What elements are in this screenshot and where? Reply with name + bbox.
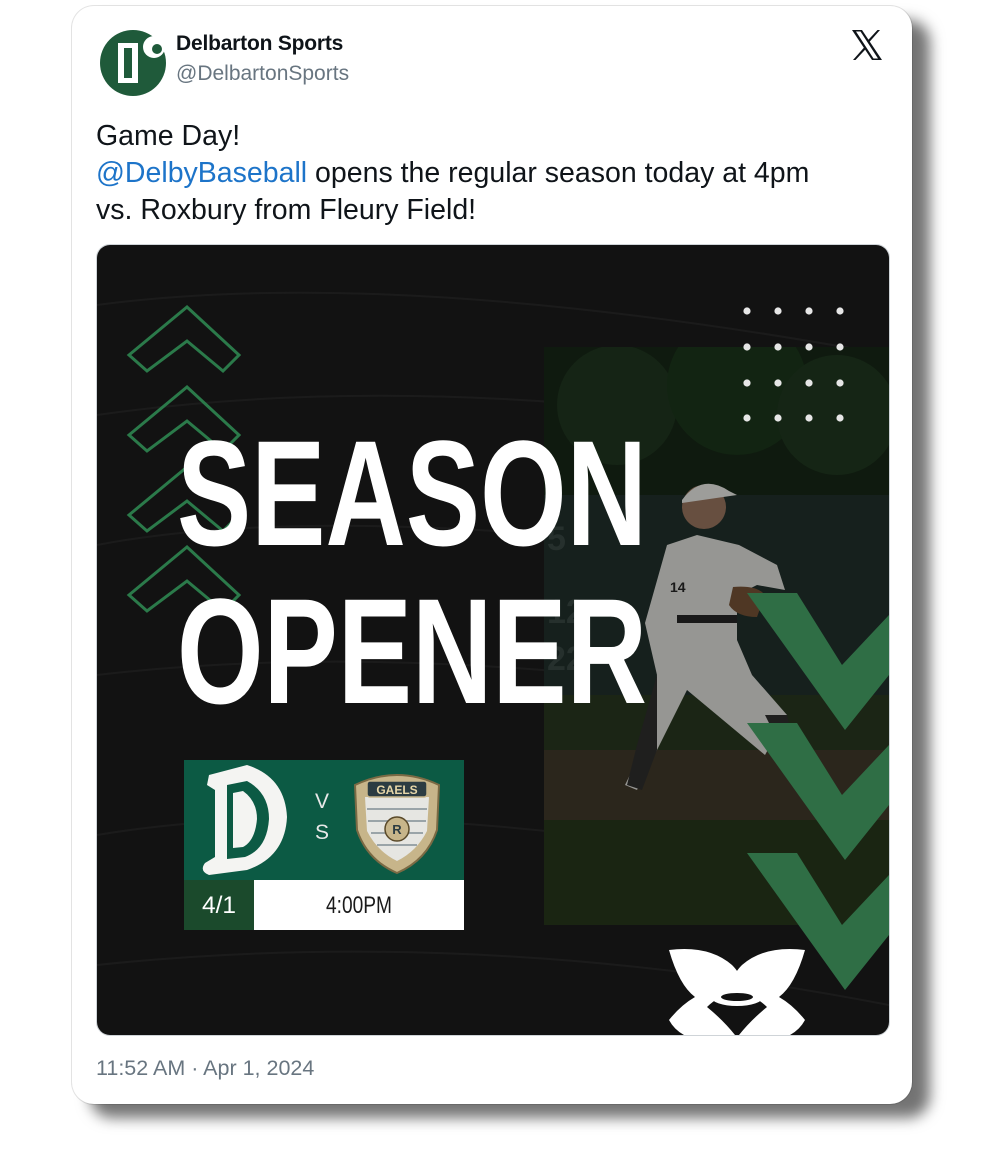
tweet-line-1: Game Day! — [96, 120, 241, 152]
delbarton-avatar[interactable] — [100, 30, 166, 96]
season-opener-graphic: 5 12 22 14 SEASON OPENER V S GAELS R 4/1… — [97, 245, 889, 1035]
headline-opener: OPENER — [177, 567, 647, 735]
tweet-author: Delbarton Sports @DelbartonSports — [176, 32, 349, 86]
tweet-line-3: vs. Roxbury from Fleury Field! — [96, 194, 477, 226]
game-date: 4/1 — [202, 892, 236, 919]
vs-letter-s: S — [315, 821, 329, 844]
vs-letter-v: V — [315, 790, 329, 813]
tweet-line-2-text: opens the regular season today at 4pm — [307, 157, 810, 189]
tweet-line-2: @DelbyBaseball opens the regular season … — [96, 155, 886, 192]
tweet-text: Game Day! @DelbyBaseball opens the regul… — [96, 118, 886, 229]
tweet-media-image[interactable]: 5 12 22 14 SEASON OPENER V S GAELS R 4/1… — [96, 244, 890, 1036]
game-time: 4:00PM — [326, 892, 392, 919]
headline-season: SEASON — [177, 409, 647, 577]
tweet-card: Delbarton Sports @DelbartonSports Game D… — [72, 6, 912, 1104]
gaels-initial: R — [392, 822, 402, 837]
matchup-card: V S GAELS R 4/1 4:00PM — [184, 760, 464, 930]
x-logo-icon[interactable] — [850, 28, 884, 62]
account-name[interactable]: Delbarton Sports — [176, 32, 349, 56]
tweet-timestamp[interactable]: 11:52 AM · Apr 1, 2024 — [96, 1056, 314, 1081]
account-handle[interactable]: @DelbartonSports — [176, 62, 349, 86]
gaels-label: GAELS — [376, 783, 417, 797]
mention-link[interactable]: @DelbyBaseball — [96, 157, 307, 189]
